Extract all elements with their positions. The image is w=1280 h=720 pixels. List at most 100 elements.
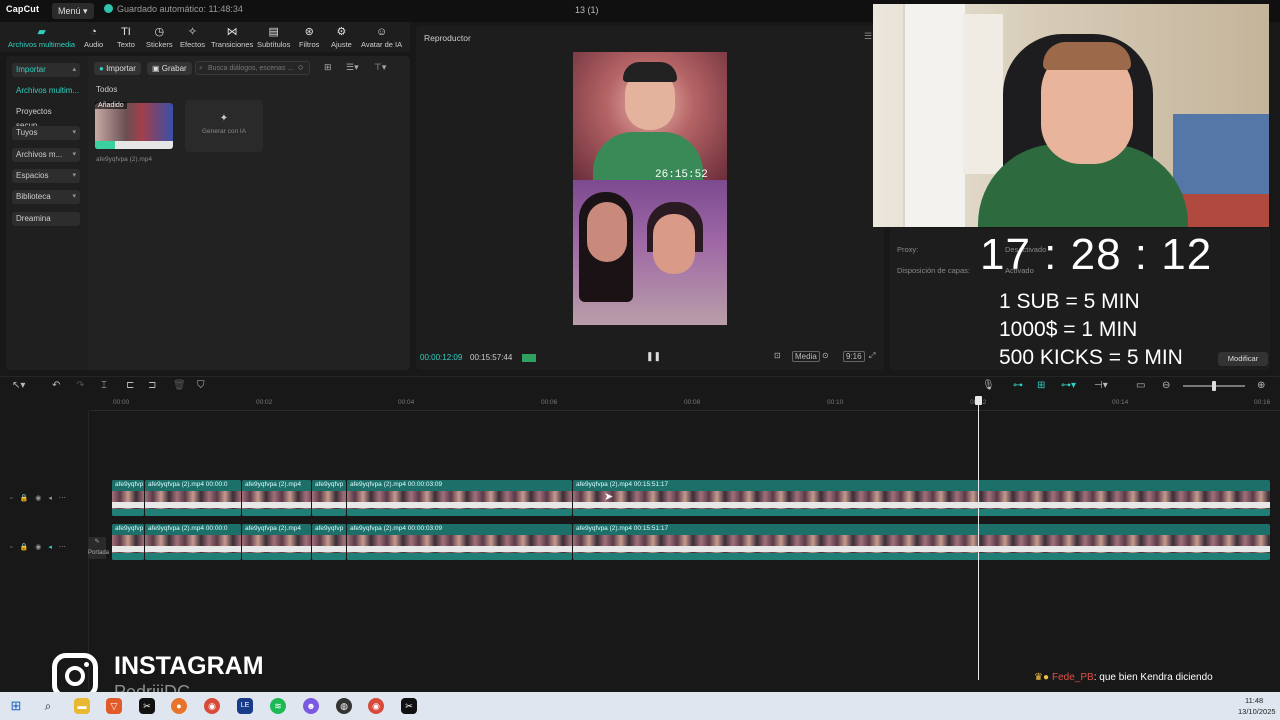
search-icon[interactable]: ⌕ (40, 698, 56, 714)
split-right-icon[interactable]: ⊐ (148, 380, 156, 391)
sidebar-item-media-archive[interactable]: Archivos m... ▾ (12, 148, 80, 162)
speaker-icon[interactable]: ◂ (48, 495, 59, 502)
timeline-clip[interactable]: afe9yqfvpa (2).mp4 00:00:0 (145, 524, 241, 560)
clip-strip (312, 546, 346, 552)
timeline-clip[interactable]: afe9yqfvpa (2).mp4 00:00:0 (145, 480, 241, 516)
tab-media[interactable]: ▰ Archivos multimedia (8, 26, 75, 49)
redo-icon[interactable]: ↷ (76, 380, 84, 391)
tab-stickers[interactable]: ◷ Stickers (146, 26, 173, 49)
taskbar-clock-time[interactable]: 11:48 (1245, 696, 1263, 705)
timeline-clip[interactable]: afe9yqfvp (312, 480, 346, 516)
timeline-toolbar (0, 376, 1280, 397)
sidebar-item-import[interactable]: Importar ▴ (12, 63, 80, 77)
cover-label: Portada (88, 550, 110, 556)
screenshot-icon[interactable]: ⊙ (822, 351, 829, 360)
generate-ai-button[interactable]: ✦ Generar con IA (185, 100, 263, 152)
taskbar-clock-date[interactable]: 13/10/2025 (1238, 707, 1276, 716)
refresh-icon[interactable]: ○ (298, 62, 303, 72)
import-button[interactable]: ● Importar (94, 62, 141, 75)
timeline-clip[interactable]: afe9yqfvpa (2).mp4 00:15:51:17 (573, 524, 1270, 560)
discord-icon[interactable]: ☻ (303, 698, 319, 714)
select-tool-icon[interactable]: ↖▾ (12, 380, 25, 391)
align-icon[interactable]: ⊣▾ (1094, 380, 1108, 391)
chrome-icon[interactable]: ◉ (204, 698, 220, 714)
microphone-icon[interactable]: 🎙 (982, 380, 995, 391)
sidebar-item-yours[interactable]: Tuyos ▾ (12, 126, 80, 140)
sticker-icon: ◷ (154, 26, 165, 38)
timeline-clip[interactable]: afe9yqfvpa (2).mp4 00:15:51:17 (573, 480, 1270, 516)
sidebar-item-dreamina[interactable]: Dreamina (12, 212, 80, 226)
sidebar-item-spaces[interactable]: Espacios ▾ (12, 169, 80, 183)
delete-icon[interactable]: 🗑 (173, 380, 186, 391)
tab-effects[interactable]: ✧ Efectos (180, 26, 205, 49)
record-button[interactable]: ▣ Grabar (147, 62, 192, 75)
media-button[interactable]: Media (792, 351, 820, 362)
filter-icon[interactable]: ⊤▾ (374, 62, 386, 73)
grid-view-icon[interactable]: ⊞ (324, 62, 332, 73)
crop-icon[interactable]: ⊡ (774, 351, 781, 360)
more-icon[interactable]: ⋯ (59, 544, 73, 551)
timeline-clip[interactable]: afe9yqfvpa (2).mp4 (242, 480, 311, 516)
media-thumbnail[interactable] (95, 103, 173, 149)
undo-icon[interactable]: ↶ (52, 380, 60, 391)
ratio-button[interactable]: 9:16 (843, 351, 865, 362)
track-2-controls[interactable]: ▫🔒◉◂⋯ (10, 543, 73, 551)
sidebar-item-secondary-projects[interactable]: Proyectos secun... (12, 105, 80, 130)
timeline-clip[interactable]: afe9yqfvp (312, 524, 346, 560)
clip-label: afe9yqfvpa (2).mp4 00:15:51:17 (576, 525, 669, 532)
split-icon[interactable]: ⌶ (101, 380, 107, 391)
timeline-clip[interactable]: afe9yqfvpa (2).mp4 00:00:03:09 (347, 524, 572, 560)
tab-filters[interactable]: ⊛ Filtros (299, 26, 319, 49)
zoom-in-icon[interactable]: ⊕ (1257, 380, 1265, 391)
caption-icon[interactable]: ▭ (1136, 380, 1145, 391)
capcut-icon[interactable]: ✂ (401, 698, 417, 714)
menu-button[interactable]: Menú ▾ (52, 3, 94, 19)
split-left-icon[interactable]: ⊏ (126, 380, 134, 391)
tab-adjust[interactable]: ⚙ Ajuste (331, 26, 352, 49)
brave-browser-icon[interactable]: ▽ (106, 698, 122, 714)
speaker-icon[interactable]: ◂ (48, 544, 59, 551)
modify-button[interactable]: Modificar (1218, 352, 1268, 366)
timeline-clip[interactable]: afe9yqfvpa (2).mp4 00:00:03:09 (347, 480, 572, 516)
capcut-icon[interactable]: ✂ (139, 698, 155, 714)
video-preview[interactable] (573, 52, 727, 325)
chrome-icon[interactable]: ◉ (368, 698, 384, 714)
snap-icon[interactable]: ⊞ (1037, 380, 1045, 391)
lock-icon[interactable]: 🔒 (19, 544, 35, 551)
tab-audio[interactable]: ◔ Audio (84, 26, 103, 49)
playhead[interactable] (978, 396, 979, 680)
zoom-out-icon[interactable]: ⊖ (1162, 380, 1170, 391)
fullscreen-icon[interactable]: ⤢ (869, 351, 875, 361)
sidebar-item-library[interactable]: Biblioteca ▾ (12, 190, 80, 204)
pause-icon[interactable]: ❚❚ (646, 351, 661, 362)
more-icon[interactable]: ⋯ (59, 495, 73, 502)
search-input[interactable]: ⌕ Busca diálogos, escenas ... (195, 61, 310, 75)
zoom-slider-handle[interactable] (1212, 381, 1216, 391)
magnet-icon[interactable]: ⊶▾ (1061, 380, 1076, 391)
app-le-icon[interactable]: LE (237, 698, 253, 714)
link-icon[interactable]: ⊶ (1013, 380, 1023, 391)
sort-icon[interactable]: ☰▾ (346, 62, 359, 73)
timeline-clip[interactable]: afe9yqfvp (112, 480, 144, 516)
tab-text[interactable]: TI Texto (117, 26, 135, 49)
playhead-handle[interactable] (975, 396, 982, 405)
windows-start-icon[interactable]: ⊞ (8, 698, 24, 714)
file-explorer-icon[interactable]: ▬ (74, 698, 90, 714)
lock-icon[interactable]: 🔒 (19, 495, 35, 502)
shield-icon[interactable]: ⛉ (197, 380, 205, 391)
timeline-clip[interactable]: afe9yqfvp (112, 524, 144, 560)
eye-icon[interactable]: ◉ (35, 544, 48, 551)
spotify-icon[interactable]: ≋ (270, 698, 286, 714)
tab-subtitles[interactable]: ▤ Subtítulos (257, 26, 290, 49)
track-1-controls[interactable]: ▫🔒◉◂⋯ (10, 494, 73, 502)
sidebar-item-media-files[interactable]: Archivos multim... (12, 84, 80, 98)
timeline-clip[interactable]: afe9yqfvpa (2).mp4 (242, 524, 311, 560)
tab-ai-avatar[interactable]: ☺ Avatar de IA (361, 26, 402, 49)
section-all: Todos (96, 85, 118, 94)
tab-transitions[interactable]: ⋈ Transiciones (211, 26, 253, 49)
cover-button[interactable]: ✎ Portada (88, 537, 110, 559)
obs-icon[interactable]: ◍ (336, 698, 352, 714)
firefox-icon[interactable]: ● (171, 698, 187, 714)
hamburger-icon[interactable]: ☰ (864, 31, 872, 42)
eye-icon[interactable]: ◉ (35, 495, 48, 502)
